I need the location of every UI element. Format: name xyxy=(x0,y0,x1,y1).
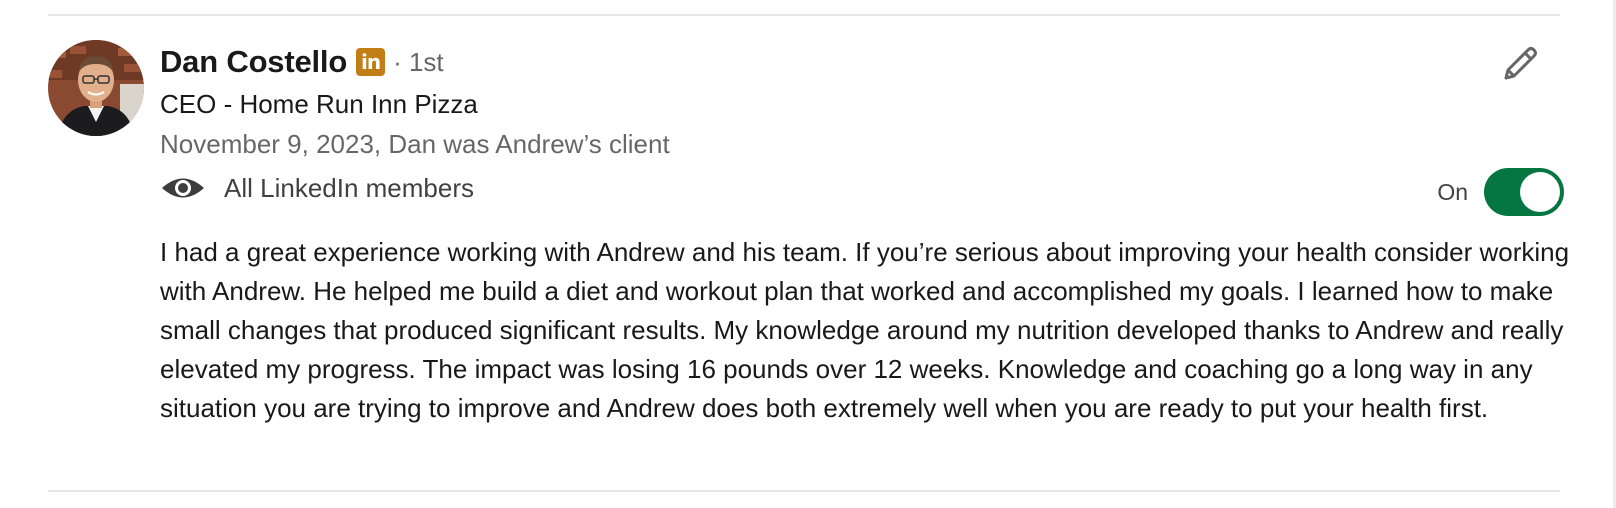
linkedin-badge-icon: in xyxy=(356,48,386,76)
name-row: Dan Costello in · 1st xyxy=(160,40,1560,84)
pencil-icon xyxy=(1504,47,1537,80)
connection-degree: · 1st xyxy=(393,46,444,77)
avatar[interactable] xyxy=(48,40,144,136)
bottom-divider xyxy=(48,490,1560,492)
avatar-photo xyxy=(48,40,144,136)
recommendation-card: Dan Costello in · 1st CEO - Home Run Inn… xyxy=(0,0,1616,508)
toggle-knob xyxy=(1520,172,1560,212)
visibility-switch[interactable] xyxy=(1484,168,1564,216)
recommendation-header: Dan Costello in · 1st CEO - Home Run Inn… xyxy=(160,40,1560,210)
recommendation-text: I had a great experience working with An… xyxy=(160,237,1570,423)
visibility-label: All LinkedIn members xyxy=(224,172,474,203)
recommender-headline: CEO - Home Run Inn Pizza xyxy=(160,89,478,119)
recommender-name[interactable]: Dan Costello xyxy=(160,44,347,80)
top-divider xyxy=(48,14,1560,16)
recommendation-meta: November 9, 2023, Dan was Andrew’s clien… xyxy=(160,129,670,159)
edit-button[interactable] xyxy=(1498,42,1542,86)
visibility-row: All LinkedIn members xyxy=(160,166,1560,210)
toggle-label: On xyxy=(1437,178,1468,205)
eye-icon xyxy=(162,178,204,198)
visibility-toggle: On xyxy=(1437,168,1564,216)
